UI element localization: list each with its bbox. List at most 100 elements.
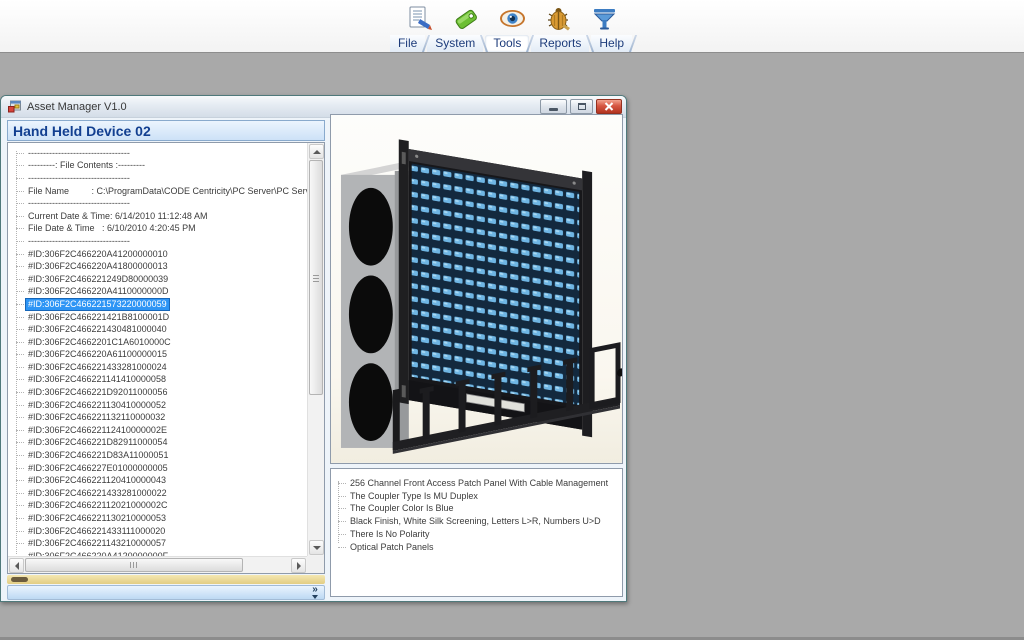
menu-tab-help[interactable]: Help [591,35,632,52]
list-item[interactable]: #ID:306F2C466221D82911000054 [11,437,307,450]
list-item[interactable]: #ID:306F2C466221120410000043 [11,474,307,487]
list-item[interactable]: #ID:306F2C466221433281000022 [11,487,307,500]
list-item[interactable]: #ID:306F2C466227E01000000005 [11,462,307,475]
tree-twig [16,455,24,456]
tree-twig [16,531,24,532]
minimize-button[interactable] [540,99,567,114]
list-item[interactable]: #ID:306F2C466221132110000032 [11,411,307,424]
list-item[interactable]: Current Date & Time: 6/14/2010 11:12:48 … [11,210,307,223]
list-item-text: #ID:306F2C466221141410000058 [26,374,168,385]
document-edit-icon[interactable] [407,5,434,32]
tree-twig [16,228,24,229]
toolstrip-overflow-button[interactable]: » [308,586,322,599]
list-item[interactable]: #ID:306F2C466221143210000057 [11,537,307,550]
list-item[interactable]: #ID:306F2C466221130410000052 [11,399,307,412]
list-item-text: ---------------------------------- [26,173,132,184]
menu-tab-system[interactable]: System [427,35,483,52]
list-item[interactable]: #ID:306F2C466221433111000020 [11,525,307,538]
scroll-right-button[interactable] [291,558,306,573]
description-panel: 256 Channel Front Access Patch Panel Wit… [330,468,623,597]
scroll-up-button[interactable] [309,144,324,159]
list-item[interactable]: #ID:306F2C466221433281000024 [11,361,307,374]
device-photo [331,115,622,463]
list-item[interactable]: #ID:306F2C46622112021000002C [11,500,307,513]
list-item[interactable]: #ID:306F2C466220A4110000000D [11,286,307,299]
list-item[interactable]: ---------------------------------- [11,147,307,160]
list-item-text: #ID:306F2C46622112410000002E [26,425,169,436]
tree-twig [16,518,24,519]
tree-twig [16,430,24,431]
vertical-scrollbar[interactable] [307,143,324,556]
description-item: Optical Patch Panels [333,541,622,554]
list-item-text: #ID:306F2C466227E01000000005 [26,463,170,474]
tree-twig [16,178,24,179]
list-item-text: #ID:306F2C466221D92011000056 [26,387,169,398]
overflow-dropdown-icon [312,595,318,599]
tree-twig [16,392,24,393]
list-item[interactable]: #ID:306F2C466221D83A11000051 [11,449,307,462]
menu-tab-file[interactable]: File [390,35,425,52]
list-item-text: #ID:306F2C466221143210000057 [26,538,168,549]
list-item[interactable]: #ID:306F2C466220A41200000010 [11,248,307,261]
tree-twig [16,543,24,544]
list-item[interactable]: #ID:306F2C466220A41800000013 [11,260,307,273]
list-item-text: ---------------------------------- [26,148,132,159]
list-item[interactable]: #ID:306F2C466221141410000058 [11,374,307,387]
vertical-scroll-thumb[interactable] [309,160,323,395]
tree-twig [16,165,24,166]
list-item[interactable]: #ID:306F2C466220A61100000015 [11,349,307,362]
list-item[interactable]: #ID:306F2C466221430481000040 [11,323,307,336]
list-item[interactable]: #ID:306F2C466221249D80000039 [11,273,307,286]
close-button[interactable] [596,99,622,114]
file-list-body: ----------------------------------------… [9,143,307,556]
list-item[interactable]: #ID:306F2C466221D92011000056 [11,386,307,399]
list-item[interactable]: #ID:306F2C466221130210000053 [11,512,307,525]
tree-twig [16,468,24,469]
tree-twig [16,342,24,343]
list-item[interactable]: File Date & Time : 6/10/2010 4:20:45 PM [11,223,307,236]
list-item[interactable]: File Name : C:\ProgramData\CODE Centrici… [11,185,307,198]
tree-twig [16,493,24,494]
horizontal-scrollbar[interactable] [8,556,307,573]
menu-tab-reports[interactable]: Reports [531,35,589,52]
list-item-text: Current Date & Time: 6/14/2010 11:12:48 … [26,211,209,222]
tree-twig [16,266,24,267]
list-item[interactable]: #ID:306F2C46622112410000002E [11,424,307,437]
tree-twig [338,521,346,522]
list-item-text: File Name : C:\ProgramData\CODE Centrici… [26,186,307,197]
list-item[interactable]: ---------------------------------- [11,197,307,210]
eye-icon[interactable] [499,5,526,32]
list-item-text: #ID:306F2C4662201C1A6010000C [26,337,173,348]
bug-icon[interactable] [545,5,572,32]
window-controls [540,99,622,114]
overflow-chevron-icon: » [312,586,318,594]
list-item-selected[interactable]: #ID:306F2C466221573220000059 [11,298,307,311]
tree-twig [338,547,346,548]
tag-icon[interactable] [453,5,480,32]
funnel-icon[interactable] [591,5,618,32]
device-photo-panel [330,114,623,464]
tree-line [16,151,17,554]
list-item[interactable]: #ID:306F2C466221421B8100001D [11,311,307,324]
window-form-icon [7,99,22,114]
description-text: There Is No Polarity [348,529,432,540]
tree-twig [16,191,24,192]
description-text: The Coupler Type Is MU Duplex [348,491,480,502]
list-item[interactable]: ---------------------------------- [11,172,307,185]
list-item[interactable]: ---------: File Contents :--------- [11,160,307,173]
toolbar-icons [0,3,1024,33]
maximize-button[interactable] [570,99,593,114]
description-item: The Coupler Type Is MU Duplex [333,490,622,503]
list-item[interactable]: #ID:306F2C4662201C1A6010000C [11,336,307,349]
scroll-down-button[interactable] [309,540,324,555]
menu-tab-tools[interactable]: Tools [485,35,529,52]
splitter-grip[interactable] [11,577,28,582]
list-item-text: #ID:306F2C466221D82911000054 [26,437,169,448]
desktop-background: Asset Manager V1.0 Hand Held Device 02 -… [0,54,1024,640]
description-text: The Coupler Color Is Blue [348,503,456,514]
scroll-left-button[interactable] [9,558,24,573]
list-item[interactable]: ---------------------------------- [11,235,307,248]
list-item-text: ---------------------------------- [26,236,132,247]
app-window: Asset Manager V1.0 Hand Held Device 02 -… [0,95,627,602]
horizontal-scroll-thumb[interactable] [25,558,243,572]
